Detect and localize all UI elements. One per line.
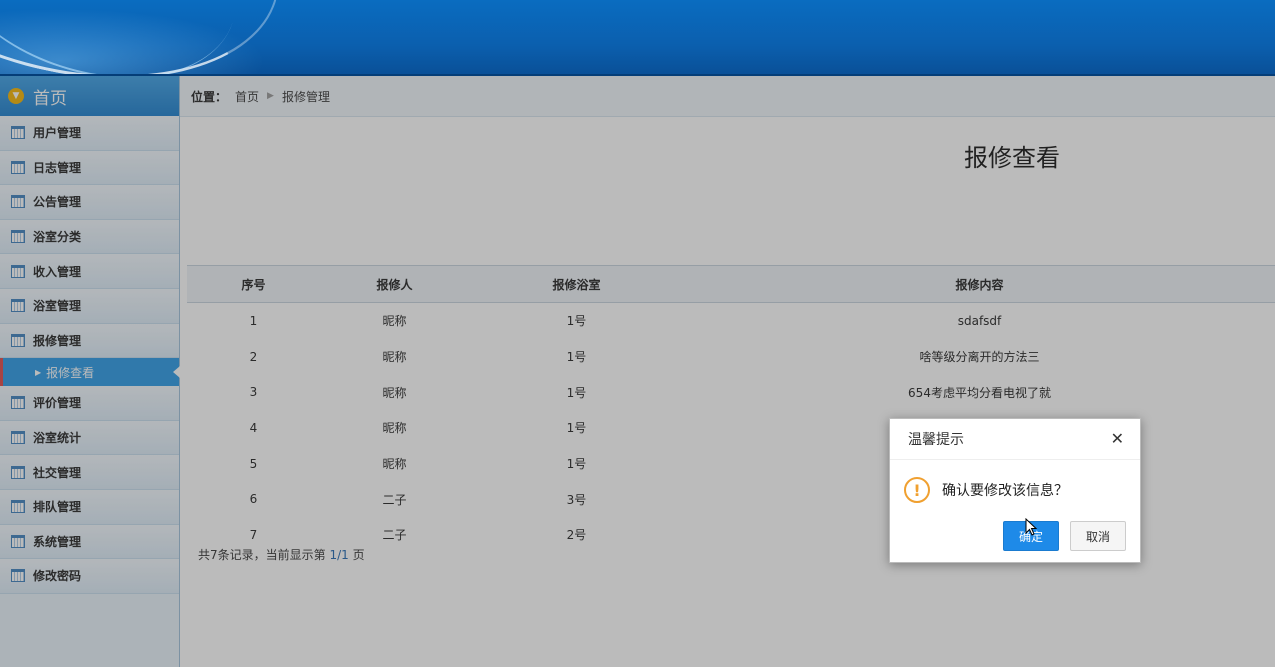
dialog-buttons: 确定 取消 [1003, 521, 1126, 551]
dialog-message: 确认要修改该信息？ [942, 483, 1068, 499]
dialog-header: 温馨提示 [890, 419, 1140, 460]
dialog-title: 温馨提示 [908, 432, 964, 448]
top-banner [0, 0, 1275, 76]
confirm-dialog: 温馨提示 ✕ ! 确认要修改该信息？ 确定 取消 [889, 418, 1141, 563]
dialog-body: ! 确认要修改该信息？ [890, 460, 1140, 503]
mouse-cursor-icon [1025, 518, 1038, 536]
close-icon[interactable]: ✕ [1111, 429, 1124, 448]
modal-overlay [0, 76, 1275, 667]
warning-icon: ! [904, 477, 930, 503]
cancel-button[interactable]: 取消 [1070, 521, 1126, 551]
